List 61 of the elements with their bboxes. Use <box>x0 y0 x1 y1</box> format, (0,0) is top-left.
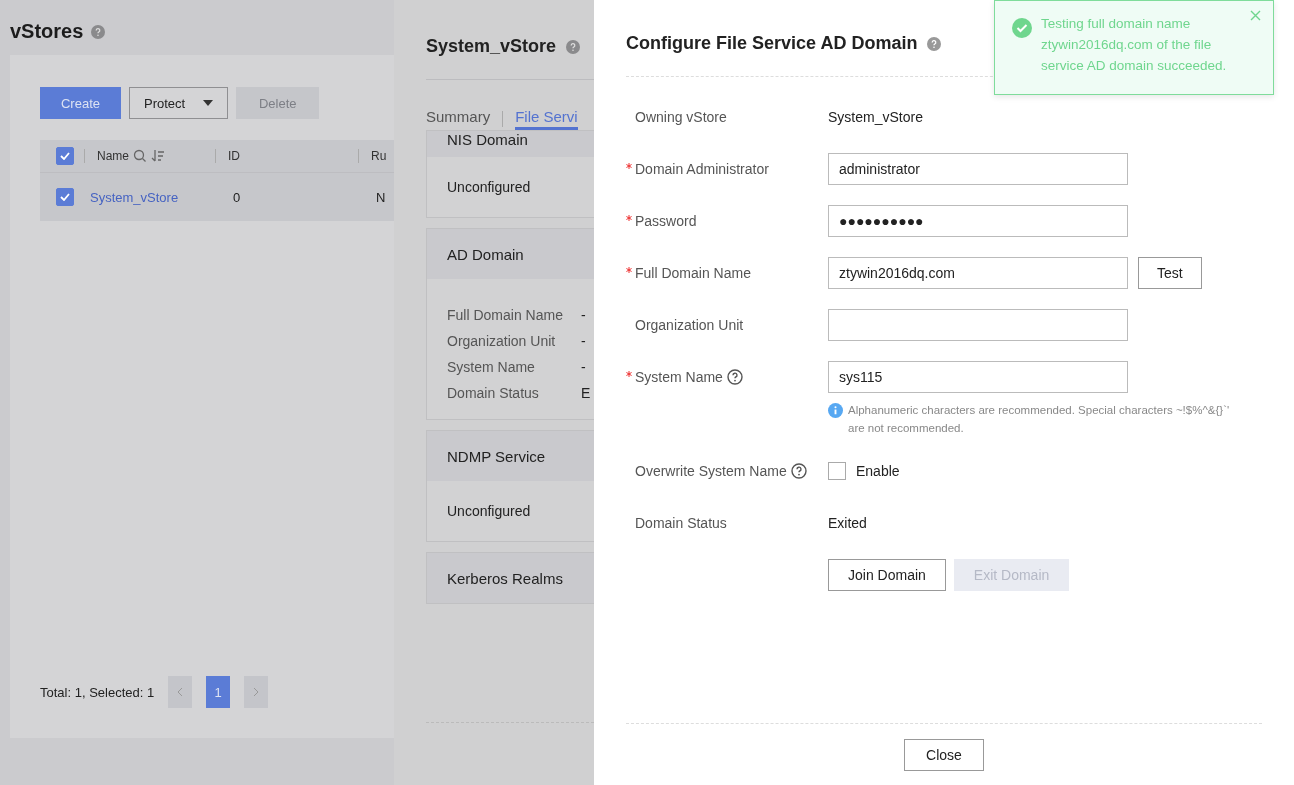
section-title: AD Domain <box>447 245 524 263</box>
checkbox[interactable] <box>828 462 846 480</box>
checkbox[interactable] <box>56 188 74 206</box>
toolbar-button[interactable]: Protect <box>129 87 229 119</box>
selection-summary: Total: 1, Selected: 1 <box>40 684 155 700</box>
input-field[interactable] <box>828 309 1128 341</box>
hint-text: Alphanumeric characters are recommended. Special characters ~!$%^&{}`' are not recommended. <box>848 403 1230 436</box>
field-value: - <box>581 359 586 375</box>
field-label: Owning vStore <box>635 109 727 125</box>
toast-message: Testing full domain name ztywin2016dq.com of the file service AD domain succeeded. <box>1041 15 1228 75</box>
checkbox-label: Enable <box>856 463 900 479</box>
section-title: NDMP Service <box>447 447 546 465</box>
dialog-title: Configure File Service AD Domain <box>626 33 918 54</box>
info-icon <box>828 403 843 418</box>
sort-icon[interactable] <box>151 149 165 163</box>
chevron-right-icon <box>253 687 260 697</box>
caret-icon <box>203 100 214 106</box>
field-label: Domain Status <box>635 515 727 531</box>
field-label: Domain Administrator <box>635 161 769 177</box>
column-header: Name <box>97 149 129 163</box>
field-label: Organization Unit <box>635 317 744 333</box>
field-value: System_vStore <box>828 109 923 125</box>
page-title: vStores <box>10 20 84 43</box>
field-label: Full Domain Name <box>447 307 564 323</box>
field-label: System Name <box>447 359 536 375</box>
column-header: ID <box>228 149 240 163</box>
check-icon <box>1012 18 1032 38</box>
field-label: Full Domain Name <box>635 265 751 281</box>
input-field[interactable]: ●●●●●●●●●● <box>828 205 1128 237</box>
column-header: Ru <box>371 149 387 163</box>
table-cell-text: 0 <box>233 189 242 205</box>
section-title: Kerberos Realms <box>447 569 563 587</box>
test-button[interactable]: Test <box>1138 257 1202 289</box>
help-icon[interactable] <box>726 369 743 385</box>
field-value: - <box>581 307 586 323</box>
status-text: Unconfigured <box>447 179 531 195</box>
help-icon[interactable] <box>790 463 807 479</box>
search-icon[interactable] <box>133 149 147 163</box>
field-label: Overwrite System Name <box>635 463 787 479</box>
chevron-left-icon <box>177 687 184 697</box>
panel-title: System_vStore <box>426 36 557 57</box>
domain-button[interactable]: Join Domain <box>828 559 946 591</box>
section-title: NIS Domain <box>447 131 528 148</box>
close-icon[interactable] <box>1250 10 1261 21</box>
check-icon <box>60 193 70 201</box>
input-field[interactable]: sys115 <box>828 361 1128 393</box>
field-value: - <box>581 333 586 349</box>
check-icon <box>60 152 70 160</box>
close-button[interactable]: Close <box>904 738 984 771</box>
checkbox[interactable] <box>56 147 74 165</box>
tab[interactable]: Summary <box>426 108 491 130</box>
status-text: Unconfigured <box>447 503 531 519</box>
field-value: Exited <box>828 515 867 531</box>
field-label: Password <box>635 213 697 229</box>
table-cell: N <box>376 189 386 205</box>
input-field[interactable]: ztywin2016dq.com <box>828 257 1128 289</box>
field-label: Domain Status <box>447 385 540 401</box>
input-field[interactable]: administrator <box>828 153 1128 185</box>
field-label: System Name <box>635 369 723 385</box>
field-label: Organization Unit <box>447 333 557 349</box>
field-value: E <box>581 385 591 401</box>
